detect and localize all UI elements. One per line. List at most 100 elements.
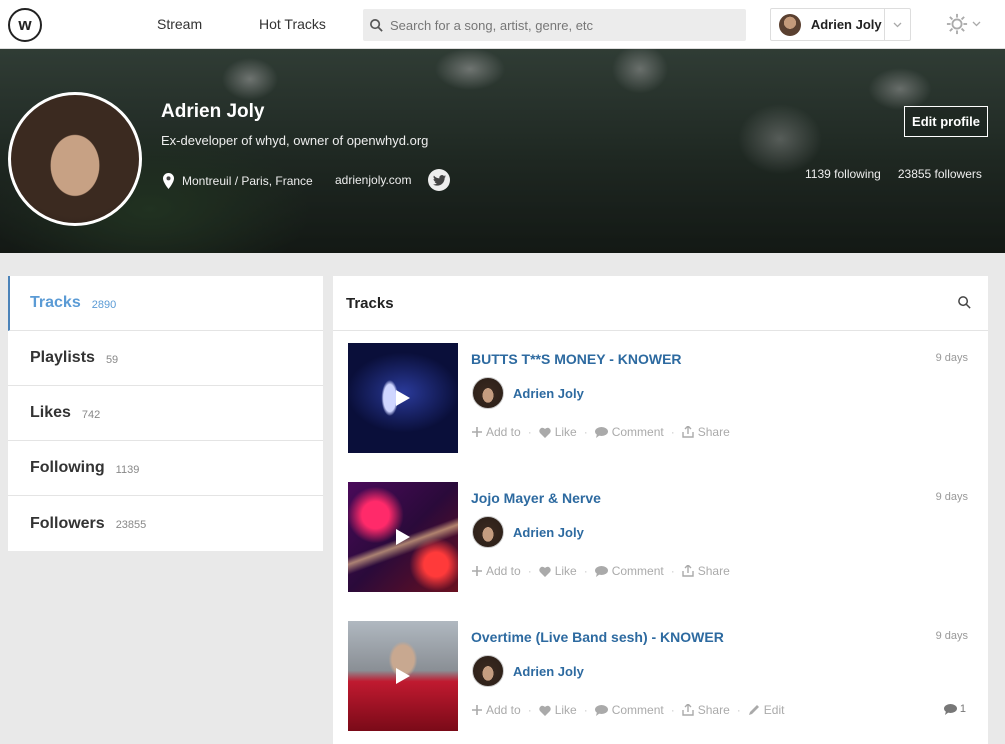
search-input[interactable] <box>390 17 730 33</box>
track-user[interactable]: Adrien Joly <box>513 664 584 679</box>
plus-icon <box>472 705 482 715</box>
tracks-panel: Tracks BUTTS T**S MONEY - KNOWER 9 days … <box>333 276 988 744</box>
twitter-icon[interactable] <box>428 169 450 191</box>
chevron-down-icon <box>972 21 981 27</box>
profile-location: Montreuil / Paris, France <box>163 173 313 189</box>
followers-count[interactable]: 23855 followers <box>898 167 982 181</box>
track-title[interactable]: Overtime (Live Band sesh) - KNOWER <box>471 629 724 645</box>
panel-title: Tracks <box>346 294 394 312</box>
sidebar-item-likes[interactable]: Likes 742 <box>8 386 323 441</box>
comment-icon <box>594 565 608 577</box>
avatar[interactable] <box>472 377 504 409</box>
track-age: 9 days <box>935 630 968 642</box>
sidebar-item-followers[interactable]: Followers 23855 <box>8 496 323 551</box>
avatar[interactable] <box>472 516 504 548</box>
like-button[interactable]: Like <box>539 564 577 578</box>
following-count[interactable]: 1139 following <box>805 167 881 181</box>
user-name: Adrien Joly <box>810 17 882 32</box>
sidebar-item-count: 23855 <box>115 519 147 531</box>
share-button[interactable]: Share <box>682 564 730 578</box>
search-icon <box>370 18 383 32</box>
share-icon <box>682 565 694 577</box>
comment-label: Comment <box>611 425 664 439</box>
search-icon[interactable] <box>957 295 972 310</box>
like-label: Like <box>554 703 577 717</box>
profile-avatar <box>8 92 142 226</box>
play-icon[interactable] <box>390 663 416 689</box>
track-actions: Add to · Like · Comment · Share <box>472 564 730 578</box>
share-button[interactable]: Share <box>682 425 730 439</box>
track-user[interactable]: Adrien Joly <box>513 386 584 401</box>
track-thumbnail[interactable] <box>348 482 458 592</box>
play-icon[interactable] <box>390 385 416 411</box>
comment-button[interactable]: Comment <box>594 703 664 717</box>
share-button[interactable]: Share <box>682 703 730 717</box>
comment-button[interactable]: Comment <box>594 564 664 578</box>
sidebar-item-tracks[interactable]: Tracks 2890 <box>8 276 323 331</box>
plus-icon <box>472 427 482 437</box>
comment-icon <box>594 426 608 438</box>
avatar[interactable] <box>472 655 504 687</box>
location-pin-icon <box>163 173 174 189</box>
like-button[interactable]: Like <box>539 703 577 717</box>
location-text: Montreuil / Paris, France <box>182 174 313 188</box>
sidebar-item-label: Following <box>30 459 105 476</box>
comment-button[interactable]: Comment <box>594 425 664 439</box>
track-age: 9 days <box>935 352 968 364</box>
profile-sidebar: Tracks 2890 Playlists 59 Likes 742 Follo… <box>8 276 323 551</box>
top-bar: w Stream Hot Tracks Adrien Joly <box>0 0 1005 49</box>
add-to-button[interactable]: Add to <box>472 425 521 439</box>
comment-label: Comment <box>611 703 664 717</box>
track-thumbnail[interactable] <box>348 621 458 731</box>
track-user[interactable]: Adrien Joly <box>513 525 584 540</box>
like-label: Like <box>554 564 577 578</box>
track-item: BUTTS T**S MONEY - KNOWER 9 days Adrien … <box>333 331 988 470</box>
nav-hot-tracks[interactable]: Hot Tracks <box>259 16 326 32</box>
add-to-button[interactable]: Add to <box>472 703 521 717</box>
avatar <box>779 13 801 36</box>
edit-button[interactable]: Edit <box>748 703 785 717</box>
heart-icon <box>539 427 551 438</box>
like-label: Like <box>554 425 577 439</box>
sidebar-item-following[interactable]: Following 1139 <box>8 441 323 496</box>
add-to-button[interactable]: Add to <box>472 564 521 578</box>
track-thumbnail[interactable] <box>348 343 458 453</box>
search-bar <box>363 9 746 41</box>
chevron-down-icon[interactable] <box>884 9 910 40</box>
edit-profile-button[interactable]: Edit profile <box>904 106 988 137</box>
share-icon <box>682 426 694 438</box>
like-button[interactable]: Like <box>539 425 577 439</box>
user-menu[interactable]: Adrien Joly <box>770 8 911 41</box>
track-title[interactable]: Jojo Mayer & Nerve <box>471 490 601 506</box>
comment-icon <box>594 704 608 716</box>
sidebar-item-playlists[interactable]: Playlists 59 <box>8 331 323 386</box>
add-to-label: Add to <box>486 703 521 717</box>
sidebar-item-label: Followers <box>30 514 105 532</box>
settings-menu[interactable] <box>946 13 982 35</box>
share-label: Share <box>697 703 730 717</box>
track-age: 9 days <box>935 491 968 503</box>
sidebar-item-count: 59 <box>105 353 119 366</box>
share-icon <box>682 704 694 716</box>
track-title[interactable]: BUTTS T**S MONEY - KNOWER <box>471 351 682 367</box>
share-label: Share <box>697 425 730 439</box>
tracks-header: Tracks <box>333 276 988 331</box>
sidebar-item-count: 742 <box>81 408 101 421</box>
profile-name: Adrien Joly <box>161 101 265 122</box>
nav-stream[interactable]: Stream <box>157 16 202 32</box>
whyd-logo[interactable]: w <box>8 8 42 42</box>
heart-icon <box>539 566 551 577</box>
sidebar-item-label: Tracks <box>30 294 81 311</box>
profile-website[interactable]: adrienjoly.com <box>335 173 411 187</box>
comment-count[interactable]: 1 <box>943 703 966 715</box>
track-item: Jojo Mayer & Nerve 9 days Adrien Joly Ad… <box>333 470 988 609</box>
profile-banner: Adrien Joly Ex-developer of whyd, owner … <box>0 49 1005 253</box>
sidebar-item-count: 1139 <box>115 463 140 476</box>
pencil-icon <box>748 705 759 715</box>
edit-label: Edit <box>763 703 785 717</box>
share-label: Share <box>697 564 730 578</box>
sidebar-item-count: 2890 <box>91 298 117 311</box>
track-item: Overtime (Live Band sesh) - KNOWER 9 day… <box>333 609 988 744</box>
comment-count-value: 1 <box>959 703 966 715</box>
play-icon[interactable] <box>390 524 416 550</box>
